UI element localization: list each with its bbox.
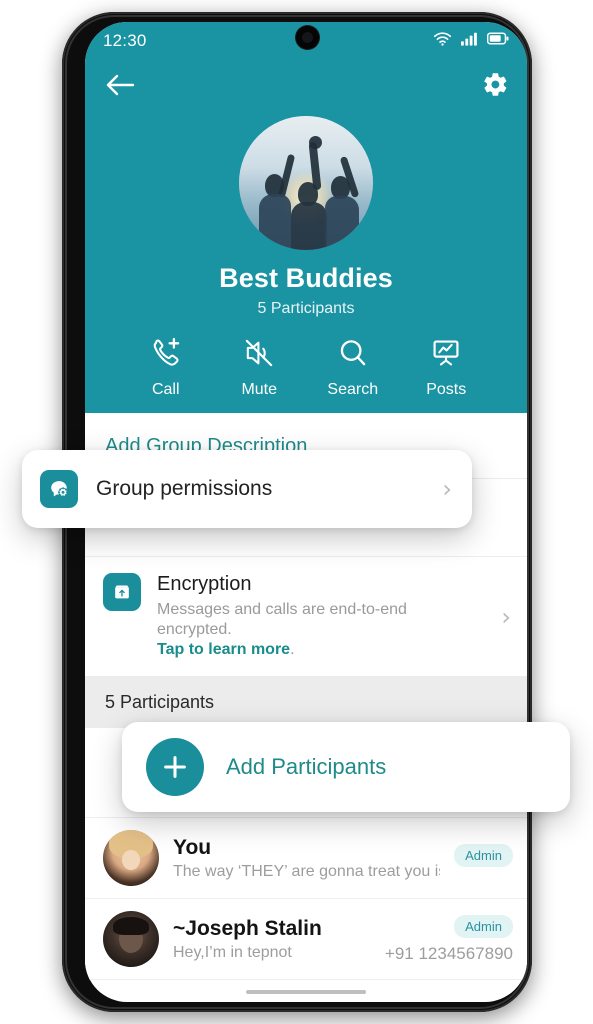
gear-icon[interactable] xyxy=(482,71,509,103)
participant-meta: Admin xyxy=(454,843,513,873)
action-search[interactable]: Search xyxy=(306,336,400,399)
group-participant-count: 5 Participants xyxy=(257,300,355,317)
navigation-gesture-bar xyxy=(246,990,366,994)
participant-meta: Admin +91 1234567890 xyxy=(384,914,513,964)
back-arrow-icon[interactable] xyxy=(105,73,135,102)
status-icon-group xyxy=(433,31,509,51)
chevron-right-icon: › xyxy=(501,602,511,631)
action-call-label: Call xyxy=(151,381,180,398)
page-title: Best Buddies xyxy=(219,263,393,293)
action-call[interactable]: Call xyxy=(119,336,213,399)
participant-info: You The way ‘THEY’ are gonna treat you i… xyxy=(173,836,440,881)
participant-row-joseph-stalin[interactable]: ~Joseph Stalin Hey,I’m in tepnot Admin +… xyxy=(85,899,527,980)
speaker-mute-icon xyxy=(242,336,276,375)
encryption-title: Encryption xyxy=(157,573,252,595)
encryption-link-suffix: . xyxy=(290,641,295,658)
action-search-label: Search xyxy=(327,381,379,398)
group-permissions-row[interactable]: Group permissions › xyxy=(22,450,472,528)
participant-name: ~Joseph Stalin xyxy=(173,916,322,940)
group-permissions-icon xyxy=(40,470,78,508)
encryption-subtitle-text: Messages and calls are end-to-end encryp… xyxy=(157,601,407,638)
encryption-subtitle: Messages and calls are end-to-end encryp… xyxy=(157,600,485,660)
group-photo-avatar[interactable] xyxy=(239,116,373,250)
avatar xyxy=(103,911,159,967)
chevron-right-icon: › xyxy=(442,475,452,503)
front-camera-punch-hole xyxy=(296,26,319,49)
search-icon xyxy=(336,336,370,375)
encryption-text: Encryption Messages and calls are end-to… xyxy=(157,573,485,660)
encryption-row[interactable]: Encryption Messages and calls are end-to… xyxy=(85,557,527,677)
action-posts[interactable]: Posts xyxy=(400,336,494,399)
participant-status: The way ‘THEY’ are gonna treat you is...… xyxy=(173,862,441,880)
action-mute-label: Mute xyxy=(241,381,278,398)
plus-icon xyxy=(146,738,204,796)
avatar xyxy=(103,830,159,886)
add-participants-row[interactable]: Add Participants xyxy=(122,722,570,812)
group-permissions-label: Group permissions xyxy=(96,477,273,500)
wifi-icon xyxy=(433,31,452,51)
avatar-person-body xyxy=(259,194,291,250)
avatar-person-body xyxy=(291,202,327,250)
participant-info: ~Joseph Stalin Hey,I’m in tepnot xyxy=(173,917,371,962)
group-avatar-wrap xyxy=(85,116,527,250)
participant-phone: +91 1234567890 xyxy=(384,943,513,963)
participants-section-header: 5 Participants xyxy=(85,677,527,728)
presentation-board-icon xyxy=(429,336,463,375)
participant-row-you[interactable]: You The way ‘THEY’ are gonna treat you i… xyxy=(85,818,527,899)
avatar-person-body xyxy=(325,196,359,250)
action-posts-label: Posts xyxy=(426,381,467,398)
status-badge: Admin xyxy=(454,843,513,867)
participant-name: You xyxy=(173,835,212,859)
status-badge: Admin xyxy=(454,914,513,938)
status-clock: 12:30 xyxy=(103,31,147,50)
phone-add-icon xyxy=(149,336,183,375)
encryption-learn-more-link[interactable]: Tap to learn more xyxy=(157,641,290,658)
participant-status: Hey,I’m in tepnot xyxy=(173,943,292,961)
add-participants-label: Add Participants xyxy=(226,754,387,779)
group-header: 12:30 Best Buddies 5 Participants Call M… xyxy=(85,22,527,413)
lock-shield-icon xyxy=(103,573,141,611)
header-toolbar xyxy=(85,60,527,114)
avatar-person-hand xyxy=(309,136,322,149)
cellular-signal-icon xyxy=(461,32,478,51)
screenshot-stage: 12:30 Best Buddies 5 Participants Call M… xyxy=(0,0,593,1024)
battery-icon xyxy=(486,32,509,50)
action-mute[interactable]: Mute xyxy=(213,336,307,399)
group-action-bar: Call Mute Search Posts xyxy=(85,336,527,399)
